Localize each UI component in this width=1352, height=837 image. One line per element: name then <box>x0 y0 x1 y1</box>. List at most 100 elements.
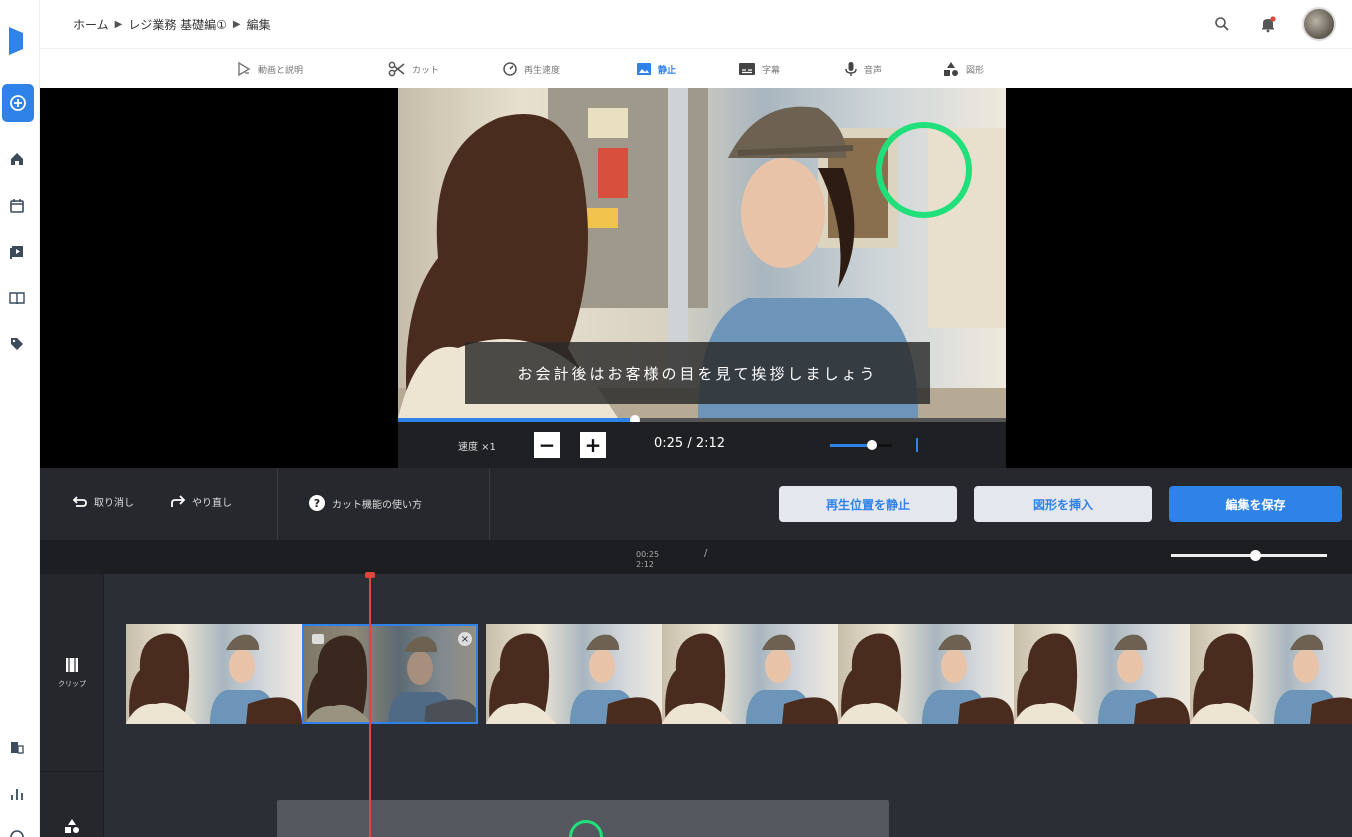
avatar[interactable] <box>1302 7 1336 41</box>
bell-icon[interactable] <box>1256 12 1280 36</box>
timeline-tracks: クリップ × <box>40 574 1352 837</box>
cut-help-label: カット機能の使い方 <box>332 499 422 511</box>
clip-track-text: クリップ <box>58 679 86 688</box>
cut-help-button[interactable]: ? カット機能の使い方 <box>308 494 422 512</box>
thumbnail-scene <box>486 633 662 724</box>
timeline-zoom-slider[interactable] <box>1171 550 1327 561</box>
rail-calendar-icon[interactable] <box>6 195 28 217</box>
breadcrumb-home[interactable]: ホーム <box>73 16 109 33</box>
playback-controls: 速度 ×1 − + 0:25 / 2:12 <box>398 422 1006 468</box>
close-icon[interactable]: × <box>458 632 472 646</box>
save-edit-button[interactable]: 編集を保存 <box>1169 486 1342 522</box>
volume-knob[interactable] <box>867 440 878 450</box>
volume-fill <box>830 444 873 447</box>
zoom-knob[interactable] <box>1250 550 1262 561</box>
time-current: 0:25 <box>654 436 684 451</box>
scissors-icon <box>388 61 405 77</box>
video-editor-app: ホーム ▶ レジ業務 基礎編① ▶ 編集 動画と説明 カット 再生速度 静止 字… <box>0 0 1352 837</box>
ruler-separator: / <box>704 548 708 559</box>
rail-help-icon[interactable] <box>6 826 28 837</box>
rail-tag-icon[interactable] <box>6 333 28 355</box>
insert-shape-button[interactable]: 図形を挿入 <box>974 486 1152 522</box>
shapes-icon <box>65 819 79 833</box>
speed-label: 速度 ×1 <box>458 442 496 453</box>
brand-logo[interactable] <box>6 24 26 58</box>
redo-button[interactable]: やり直し <box>170 494 232 509</box>
clip-thumbnail[interactable] <box>486 624 662 724</box>
subtitles-icon <box>739 63 755 75</box>
ruler-current: 00:25 <box>636 550 660 559</box>
breadcrumb-course[interactable]: レジ業務 基礎編① <box>128 16 227 33</box>
help-icon: ? <box>309 495 325 511</box>
rail-video-library-icon[interactable] <box>6 241 28 263</box>
clip-strip[interactable]: × <box>126 624 1352 724</box>
video-edit-icon <box>238 61 251 77</box>
tab-speed[interactable]: 再生速度 <box>502 59 560 79</box>
image-icon <box>637 63 651 75</box>
rail-add-icon[interactable] <box>2 84 34 122</box>
tab-video-description[interactable]: 動画と説明 <box>236 59 303 79</box>
green-circle-shape[interactable] <box>876 122 972 218</box>
breadcrumb: ホーム ▶ レジ業務 基礎編① ▶ 編集 <box>73 16 271 33</box>
timeline-ruler: 00:25 2:12 / <box>40 540 1352 574</box>
rail-building-icon[interactable] <box>6 736 28 758</box>
volume-slider[interactable] <box>830 440 892 450</box>
tab-label: 動画と説明 <box>258 65 304 76</box>
clip-thumbnail[interactable] <box>1190 624 1352 724</box>
tool-tabs: 動画と説明 カット 再生速度 静止 字幕 音声 図形 <box>40 48 1352 88</box>
clip-thumbnail-selected[interactable]: × <box>302 624 478 724</box>
tab-freeze[interactable]: 静止 <box>636 59 676 79</box>
chevron-right-icon: ▶ <box>114 19 123 30</box>
top-header: ホーム ▶ レジ業務 基礎編① ▶ 編集 <box>40 0 1352 48</box>
speed-decrease-button[interactable]: − <box>534 432 560 458</box>
undo-button[interactable]: 取り消し <box>72 494 134 509</box>
video-frame[interactable]: お会計後はお客様の目を見て挨拶しましょう <box>398 88 1006 418</box>
track-labels: クリップ <box>40 574 104 837</box>
tab-label: カット <box>412 65 440 76</box>
edit-toolbar: 取り消し やり直し ? カット機能の使い方 再生位置を静止 図形を挿入 編集を保… <box>40 468 1352 540</box>
speed-icon <box>503 62 517 76</box>
thumbnail-scene <box>662 633 838 724</box>
speed-increase-button[interactable]: + <box>580 432 606 458</box>
clip-thumbnail[interactable] <box>1014 624 1190 724</box>
undo-label: 取り消し <box>94 498 134 509</box>
redo-icon <box>171 494 186 507</box>
playhead-handle[interactable] <box>365 572 375 578</box>
tab-label: 音声 <box>864 65 883 76</box>
redo-label: やり直し <box>192 498 232 509</box>
clip-thumbnail[interactable] <box>126 624 302 724</box>
rail-home-icon[interactable] <box>6 148 28 170</box>
thumbnail-scene <box>1014 633 1190 724</box>
undo-icon <box>72 495 87 507</box>
thumbnail-scene <box>126 633 302 724</box>
image-icon <box>312 634 324 644</box>
breadcrumb-current: 編集 <box>246 18 271 32</box>
shape-track-label <box>40 772 104 837</box>
tab-shapes[interactable]: 図形 <box>942 59 984 79</box>
ruler-total: 2:12 <box>636 560 654 570</box>
tab-audio[interactable]: 音声 <box>844 59 882 79</box>
clip-thumbnail[interactable] <box>838 624 1014 724</box>
stop-at-position-button[interactable]: 再生位置を静止 <box>779 486 957 522</box>
shape-clip-ring-icon <box>569 820 603 837</box>
tab-cut[interactable]: カット <box>388 59 439 79</box>
fullscreen-indicator[interactable] <box>916 438 918 452</box>
shapes-icon <box>944 62 958 76</box>
ruler-time: 00:25 2:12 <box>636 550 659 571</box>
rail-book-icon[interactable] <box>6 287 28 309</box>
film-icon <box>66 657 78 672</box>
toolbar-divider <box>489 468 490 540</box>
time-total: 2:12 <box>695 436 726 451</box>
tab-subtitles[interactable]: 字幕 <box>738 59 780 79</box>
video-preview: お会計後はお客様の目を見て挨拶しましょう 速度 ×1 − + 0:25 / 2:… <box>40 88 1352 468</box>
subtitle-overlay[interactable]: お会計後はお客様の目を見て挨拶しましょう <box>465 342 930 404</box>
clip-track-label: クリップ <box>40 574 104 772</box>
clip-thumbnail[interactable] <box>662 624 838 724</box>
timeline-playhead[interactable] <box>369 574 371 837</box>
time-separator: / <box>687 436 692 451</box>
tab-label: 静止 <box>658 65 677 76</box>
rail-bar-chart-icon[interactable] <box>6 783 28 805</box>
search-icon[interactable] <box>1210 12 1234 36</box>
toolbar-divider <box>277 468 278 540</box>
svg-text:?: ? <box>314 497 320 510</box>
